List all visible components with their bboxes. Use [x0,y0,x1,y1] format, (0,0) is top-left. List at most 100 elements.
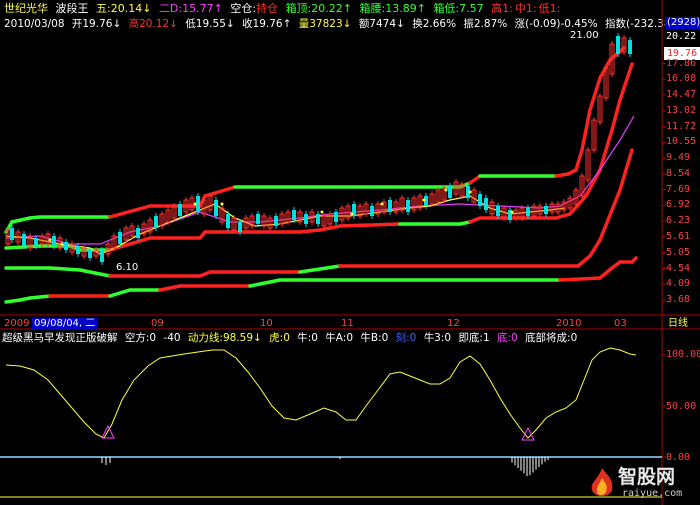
candle-body-down [154,216,158,228]
date-label-12: 12 [447,318,460,329]
band-segment [576,254,592,268]
band-segment [158,284,182,292]
signal-dot [350,212,354,216]
candle-body-down [292,210,296,220]
candle-body-down [496,206,500,216]
band-segment [48,266,82,272]
price-scale-label: 11.72 [666,120,697,132]
period-label[interactable]: 日线 [668,318,688,330]
candle-body-down [10,228,14,240]
price-scale-label: 14.47 [666,89,697,101]
band-segment [598,266,614,280]
candle-body-down [76,246,80,254]
candle-body-down [304,214,308,224]
niu-a-value: 牛A:0 [325,332,354,344]
price-scale-label: 13.02 [666,104,697,116]
price-scale-label: 3.68 [666,294,691,305]
candle-body-down [370,206,374,216]
watermark-name: 智股网 [618,466,676,488]
dongli-line [5,347,637,439]
band-segment [28,294,52,300]
candle-body-down [388,200,392,212]
watermark: 智股网 raiyue.com [588,466,696,502]
signal-dot [380,202,384,206]
date-label-2010: 2010 [556,318,582,329]
band-segment [598,208,614,242]
niu-b-value: 牛B:0 [360,332,389,344]
price-scale-label: 10.55 [666,136,697,148]
chart-canvas[interactable] [0,0,700,505]
band-segment [574,148,584,172]
indicator-grid [0,354,666,498]
candle-body-down [526,208,530,216]
ind-scale-50: 50.00 [666,401,697,412]
price-scale-label: 6.23 [666,215,691,227]
price-scale-label: 4.09 [666,278,691,290]
date-label-03: 03 [614,318,627,329]
band-segment [298,228,322,234]
band-segment [108,288,132,298]
candle-body-down [88,250,92,258]
price-scale-label: 5.05 [666,246,691,258]
band-segment [580,108,592,152]
candle-body-down [238,222,242,232]
ma-purple [5,115,635,245]
candle-body-down [544,206,548,214]
niu-value: 牛:0 [297,332,318,344]
candle-body-down [214,200,218,216]
peak-annotation: 21.00 [570,30,599,41]
candle-body-down [22,234,26,246]
price-scale-label: 9.49 [666,152,691,164]
date-label-11: 11 [341,318,354,329]
price-scale-label: 4.54 [666,262,691,274]
candle-body-down [316,214,320,224]
dibu-value: 底部将成:0 [525,332,578,344]
band-segment [468,174,482,185]
watermark-url: raiyue.com [622,488,683,499]
jidi-value: 即底:1 [458,332,490,344]
candle-body-down [64,242,68,250]
indicator-header: 超级黑马早发现正版破解 空方:0 -40 动力线:98.59↓ 虎:0 牛:0 … [2,331,581,345]
indicator-title[interactable]: 超级黑马早发现正版破解 [2,332,118,344]
candle-body-down [100,250,104,262]
band-lines [4,46,638,304]
band-segment [558,276,602,282]
signal-dot [193,202,197,206]
candle-body-down [334,212,338,222]
band-segment [618,148,634,192]
band-segment [248,278,282,288]
candle-body-down [484,198,488,210]
candle-body-down [178,204,182,216]
price-scale-label: 5.61 [666,230,691,242]
niu3-value: 牛3:0 [423,332,452,344]
candle-body-down [478,194,482,206]
top-price-label: 20.22 [666,31,697,42]
band-segment [610,98,622,132]
date-label-2009: 2009 [4,318,30,329]
candle-body-down [52,236,56,246]
flame-logo-icon [591,468,613,496]
signal-dot [468,190,472,194]
ke-value: 刻:0 [395,332,417,344]
candle-body-down [256,214,260,224]
signal-dot [320,210,324,214]
ind-scale-0: 0.00 [666,452,691,463]
index-top-box: (2928) [665,17,700,29]
price-scale-label: 17.86 [666,57,697,69]
candle-body-down [196,196,200,212]
signal-dot [444,188,448,192]
price-scale-label: 6.92 [666,199,691,211]
band-segment [588,238,602,258]
date-label-cursor: 09/08/04, 二 [32,318,98,330]
band-segment [108,204,152,219]
hu-value: 虎:0 [269,332,290,344]
dongli-value: 动力线:98.59 [187,332,254,344]
candle-body-down [616,36,620,54]
moving-averages [5,115,635,255]
candle-body-down [226,214,230,228]
low-annotation: 6.10 [116,262,139,273]
band-segment [598,128,614,172]
signal-dot [510,210,514,214]
dongli-arrow: ↓ [253,332,262,344]
signal-dot [422,198,426,202]
